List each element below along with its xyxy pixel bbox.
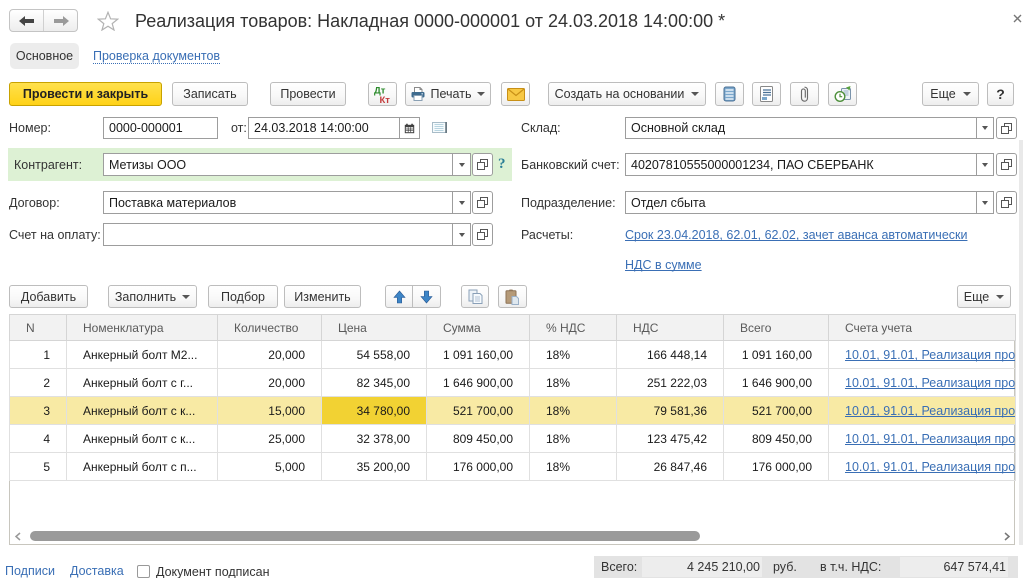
- svg-text:Кт: Кт: [379, 95, 390, 104]
